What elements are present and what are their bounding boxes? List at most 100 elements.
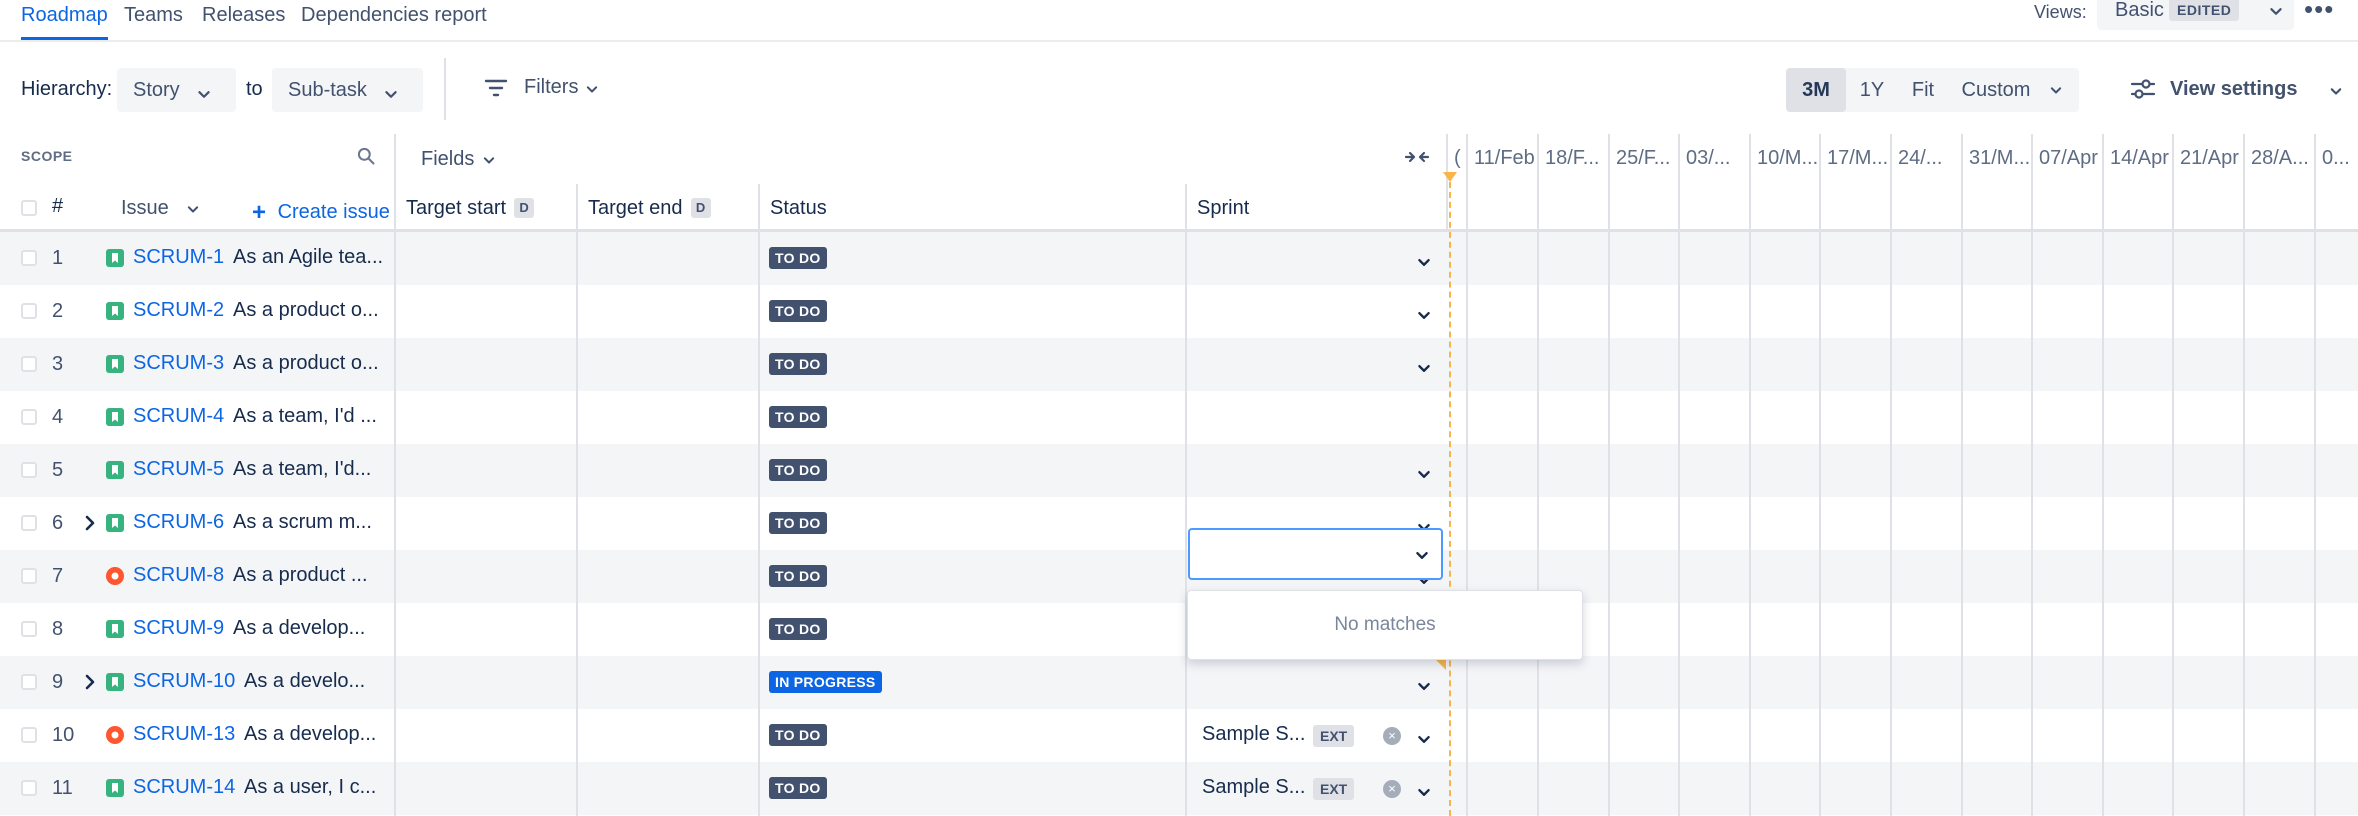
- issue-summary[interactable]: As a develo...: [244, 670, 365, 693]
- table-row[interactable]: 10 SCRUM-13 As a develop... TO DO Sample S..…: [0, 709, 2358, 762]
- issue-key-link[interactable]: SCRUM-8: [133, 564, 224, 587]
- status-lozenge[interactable]: TO DO: [769, 406, 827, 428]
- status-lozenge[interactable]: TO DO: [769, 512, 827, 534]
- column-target-end[interactable]: Target end D: [588, 197, 711, 220]
- zoom-selector: 3M 1Y Fit Custom: [1786, 68, 2079, 112]
- chevron-down-icon[interactable]: [1413, 675, 1435, 697]
- row-checkbox[interactable]: [21, 621, 37, 637]
- issue-key-link[interactable]: SCRUM-5: [133, 458, 224, 481]
- row-checkbox[interactable]: [21, 250, 37, 266]
- clear-icon[interactable]: ×: [1383, 780, 1401, 798]
- chevron-down-icon[interactable]: [1413, 251, 1435, 273]
- collapse-columns-icon[interactable]: [1404, 146, 1430, 168]
- zoom-3m-button[interactable]: 3M: [1786, 68, 1846, 112]
- issue-key-link[interactable]: SCRUM-4: [133, 405, 224, 428]
- row-number: 2: [52, 300, 64, 322]
- sprint-dropdown-menu: No matches: [1187, 590, 1583, 660]
- more-options-button[interactable]: •••: [2304, 0, 2334, 25]
- chevron-right-icon[interactable]: [82, 514, 98, 532]
- column-sprint[interactable]: Sprint: [1197, 197, 1249, 220]
- row-checkbox[interactable]: [21, 515, 37, 531]
- issue-key-link[interactable]: SCRUM-10: [133, 670, 235, 693]
- row-checkbox[interactable]: [21, 727, 37, 743]
- issue-summary[interactable]: As a scrum m...: [233, 511, 372, 534]
- hierarchy-to-select[interactable]: Sub-task: [272, 68, 423, 112]
- search-icon[interactable]: [356, 146, 376, 166]
- row-checkbox[interactable]: [21, 462, 37, 478]
- status-lozenge[interactable]: TO DO: [769, 618, 827, 640]
- row-number: 3: [52, 353, 64, 375]
- zoom-fit-button[interactable]: Fit: [1898, 68, 1948, 112]
- status-lozenge[interactable]: IN PROGRESS: [769, 671, 882, 693]
- chevron-down-icon[interactable]: [1413, 728, 1435, 750]
- issue-key-link[interactable]: SCRUM-6: [133, 511, 224, 534]
- sprint-value[interactable]: Sample S...: [1202, 723, 1305, 746]
- fields-button[interactable]: Fields: [421, 148, 495, 171]
- issue-key-link[interactable]: SCRUM-3: [133, 352, 224, 375]
- status-lozenge[interactable]: TO DO: [769, 300, 827, 322]
- hierarchy-to-value: Sub-task: [288, 79, 367, 101]
- table-row[interactable]: 5 SCRUM-5 As a team, I'd... TO DO: [0, 444, 2358, 497]
- chevron-down-icon[interactable]: [1413, 463, 1435, 485]
- views-select[interactable]: Basic EDITED: [2097, 0, 2294, 30]
- issue-key-link[interactable]: SCRUM-14: [133, 776, 235, 799]
- story-icon: [106, 408, 124, 426]
- timeline-date-label: 18/F...: [1545, 147, 1600, 169]
- chevron-down-icon[interactable]: [2046, 80, 2066, 100]
- row-checkbox[interactable]: [21, 780, 37, 796]
- status-lozenge[interactable]: TO DO: [769, 459, 827, 481]
- row-checkbox[interactable]: [21, 409, 37, 425]
- table-row[interactable]: 1 SCRUM-1 As an Agile tea... TO DO: [0, 232, 2358, 285]
- table-row[interactable]: 8 SCRUM-9 As a develop... TO DO: [0, 603, 2358, 656]
- chevron-down-icon[interactable]: [1413, 357, 1435, 379]
- tab-dependencies-report[interactable]: Dependencies report: [301, 4, 487, 27]
- sprint-value[interactable]: Sample S...: [1202, 776, 1305, 799]
- table-row[interactable]: 11 SCRUM-14 As a user, I c... TO DO Sample S…: [0, 762, 2358, 815]
- status-lozenge[interactable]: TO DO: [769, 565, 827, 587]
- row-checkbox[interactable]: [21, 568, 37, 584]
- issue-summary[interactable]: As a develop...: [233, 617, 365, 640]
- column-target-start[interactable]: Target start D: [406, 197, 535, 220]
- issue-key-link[interactable]: SCRUM-1: [133, 246, 224, 269]
- chevron-down-icon[interactable]: [1413, 304, 1435, 326]
- status-lozenge[interactable]: TO DO: [769, 353, 827, 375]
- clear-icon[interactable]: ×: [1383, 727, 1401, 745]
- tab-roadmap[interactable]: Roadmap: [21, 4, 108, 40]
- row-number: 6: [52, 512, 64, 534]
- hierarchy-from-select[interactable]: Story: [117, 68, 236, 112]
- issue-summary[interactable]: As a product ...: [233, 564, 368, 587]
- issue-summary[interactable]: As an Agile tea...: [233, 246, 383, 269]
- issue-summary[interactable]: As a team, I'd ...: [233, 405, 377, 428]
- table-row[interactable]: 9 SCRUM-10 As a develo... IN PROGRESS: [0, 656, 2358, 709]
- status-lozenge[interactable]: TO DO: [769, 777, 827, 799]
- row-checkbox[interactable]: [21, 356, 37, 372]
- row-checkbox[interactable]: [21, 303, 37, 319]
- sprint-select-focused[interactable]: [1188, 528, 1443, 580]
- issue-summary[interactable]: As a team, I'd...: [233, 458, 371, 481]
- chevron-down-icon[interactable]: [1413, 781, 1435, 803]
- status-lozenge[interactable]: TO DO: [769, 247, 827, 269]
- select-all-checkbox[interactable]: [21, 200, 37, 216]
- issue-key-link[interactable]: SCRUM-13: [133, 723, 235, 746]
- column-status[interactable]: Status: [770, 197, 827, 220]
- create-issue-button[interactable]: + Create issue: [252, 197, 390, 226]
- issue-key-link[interactable]: SCRUM-9: [133, 617, 224, 640]
- table-row[interactable]: 2 SCRUM-2 As a product o... TO DO: [0, 285, 2358, 338]
- tab-releases[interactable]: Releases: [202, 4, 285, 27]
- zoom-custom-button[interactable]: Custom: [1948, 68, 2044, 112]
- chevron-right-icon[interactable]: [82, 673, 98, 691]
- issue-summary[interactable]: As a develop...: [244, 723, 376, 746]
- table-row[interactable]: 3 SCRUM-3 As a product o... TO DO: [0, 338, 2358, 391]
- table-row[interactable]: 6 SCRUM-6 As a scrum m... TO DO: [0, 497, 2358, 550]
- status-lozenge[interactable]: TO DO: [769, 724, 827, 746]
- issue-summary[interactable]: As a user, I c...: [244, 776, 376, 799]
- tab-teams[interactable]: Teams: [124, 4, 183, 27]
- row-checkbox[interactable]: [21, 674, 37, 690]
- issue-column-header[interactable]: Issue: [121, 197, 199, 220]
- issue-summary[interactable]: As a product o...: [233, 352, 379, 375]
- table-row[interactable]: 4 SCRUM-4 As a team, I'd ... TO DO: [0, 391, 2358, 444]
- issue-summary[interactable]: As a product o...: [233, 299, 379, 322]
- issue-key-link[interactable]: SCRUM-2: [133, 299, 224, 322]
- table-row[interactable]: 7 SCRUM-8 As a product ... TO DO: [0, 550, 2358, 603]
- zoom-1y-button[interactable]: 1Y: [1846, 68, 1898, 112]
